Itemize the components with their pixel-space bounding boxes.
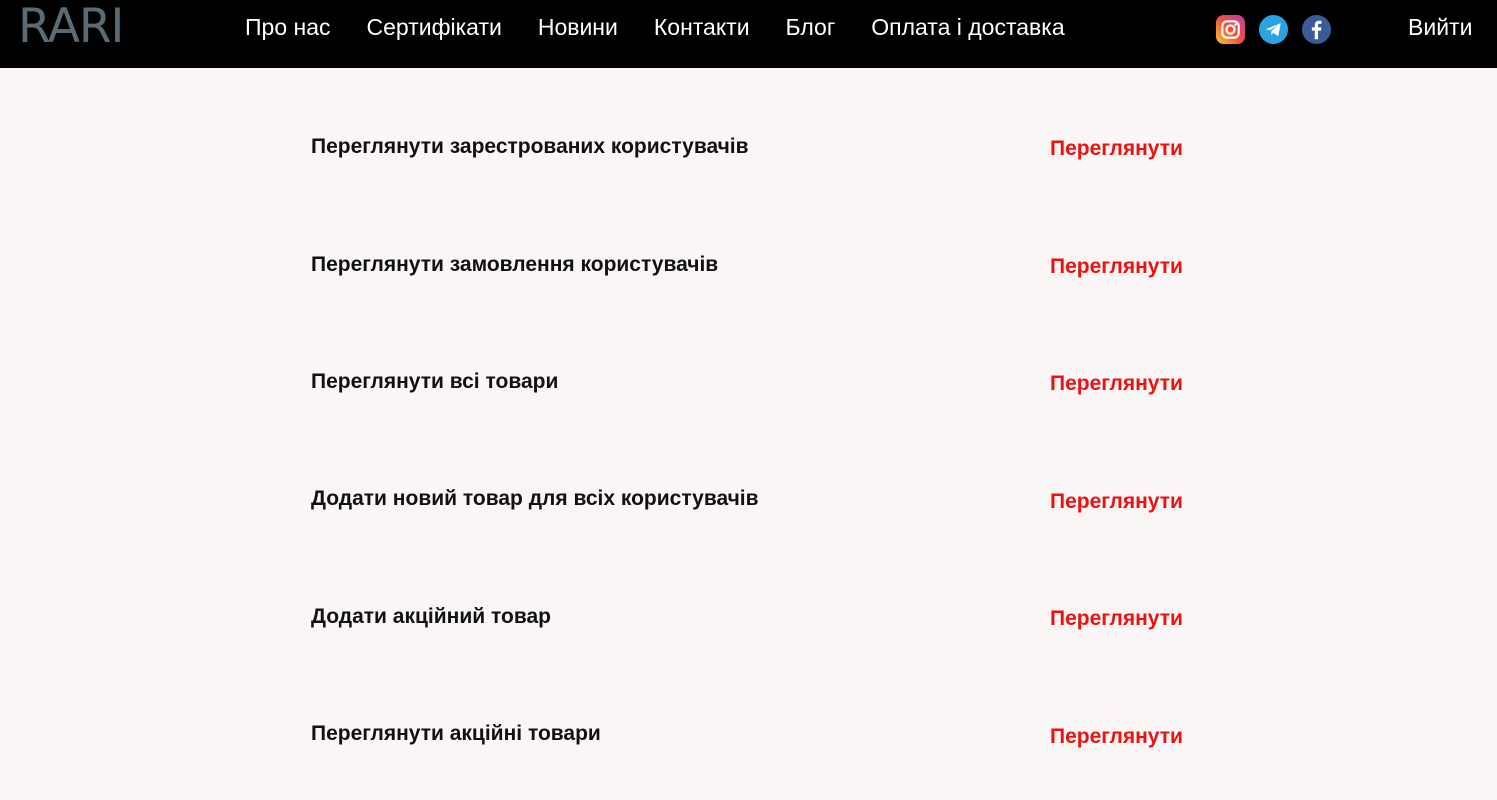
row-label-user-orders: Переглянути замовлення користувачів: [311, 253, 719, 276]
row-label-all-products: Переглянути всі товари: [311, 370, 559, 393]
add-product-link[interactable]: Переглянути: [1050, 490, 1183, 514]
view-registered-users-link[interactable]: Переглянути: [1050, 137, 1183, 161]
row-label-registered-users: Переглянути зарестрованих користувачів: [311, 135, 749, 158]
row-label-add-promo-product: Додати акційний товар: [311, 605, 551, 628]
view-user-orders-link[interactable]: Переглянути: [1050, 255, 1183, 279]
admin-actions-list: Переглянути зарестрованих користувачів П…: [0, 0, 1497, 800]
row-label-promo-products: Переглянути акційні товари: [311, 722, 601, 745]
row-label-add-product: Додати новий товар для всіх користувачів: [311, 487, 759, 510]
view-all-products-link[interactable]: Переглянути: [1050, 372, 1183, 396]
view-promo-products-link[interactable]: Переглянути: [1050, 725, 1183, 749]
add-promo-product-link[interactable]: Переглянути: [1050, 607, 1183, 631]
